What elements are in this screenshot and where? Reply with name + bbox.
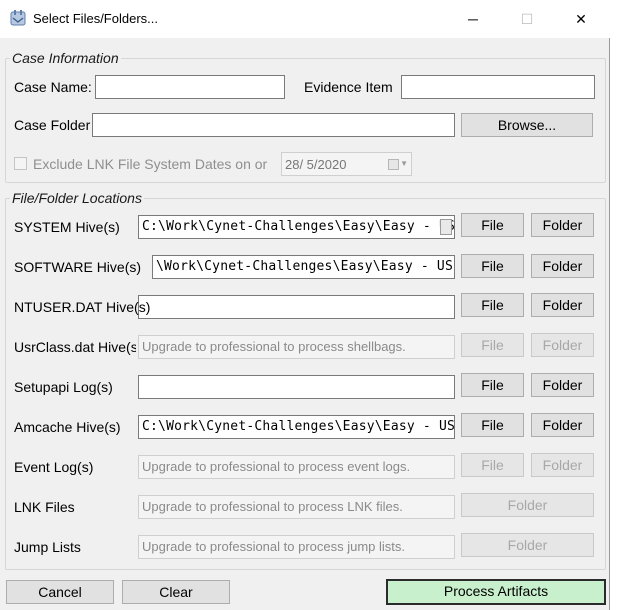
software-hive-label: SOFTWARE Hive(s) bbox=[14, 259, 142, 275]
cancel-button[interactable]: Cancel bbox=[6, 580, 114, 604]
lnk-files-folder-button: Folder bbox=[461, 493, 594, 517]
amcache-hive-input[interactable]: C:\Work\Cynet-Challenges\Easy\Easy - USB… bbox=[138, 415, 455, 439]
jump-lists-label: Jump Lists bbox=[14, 539, 81, 555]
file-folder-locations-legend: File/Folder Locations bbox=[12, 190, 142, 206]
software-hive-file-button[interactable]: File bbox=[461, 254, 524, 278]
system-hive-value: C:\Work\Cynet-Challenges\Easy\Easy - USB… bbox=[142, 219, 454, 234]
system-hive-folder-button[interactable]: Folder bbox=[531, 213, 594, 237]
evidence-item-label: Evidence Item bbox=[304, 79, 393, 95]
software-hive-folder-button[interactable]: Folder bbox=[531, 254, 594, 278]
jump-lists-input: Upgrade to professional to process jump … bbox=[138, 535, 455, 559]
lnk-files-input: Upgrade to professional to process LNK f… bbox=[138, 495, 455, 519]
software-hive-input[interactable]: \Work\Cynet-Challenges\Easy\Easy - USB D… bbox=[152, 255, 455, 279]
process-artifacts-button[interactable]: Process Artifacts bbox=[386, 579, 606, 605]
event-log-file-button: File bbox=[461, 453, 524, 477]
jump-lists-folder-button: Folder bbox=[461, 533, 594, 557]
amcache-hive-folder-button[interactable]: Folder bbox=[531, 413, 594, 437]
system-hive-input[interactable]: C:\Work\Cynet-Challenges\Easy\Easy - USB… bbox=[138, 215, 455, 239]
event-log-folder-button: Folder bbox=[531, 453, 594, 477]
usrclass-hive-input: Upgrade to professional to process shell… bbox=[138, 335, 455, 359]
exclude-date-picker[interactable]: 28/ 5/2020 ▼ bbox=[281, 152, 412, 176]
lnk-files-label: LNK Files bbox=[14, 499, 75, 515]
close-icon: ✕ bbox=[575, 10, 587, 27]
case-information-legend: Case Information bbox=[12, 50, 119, 66]
select-files-window: Select Files/Folders... ─ ☐ ✕ Case Infor… bbox=[0, 0, 610, 610]
event-log-label: Event Log(s) bbox=[14, 459, 94, 475]
setupapi-log-input[interactable] bbox=[138, 375, 455, 399]
input-scroll-thumb[interactable] bbox=[440, 219, 452, 235]
clear-button[interactable]: Clear bbox=[122, 580, 230, 604]
app-icon bbox=[10, 10, 26, 26]
maximize-button[interactable]: ☐ bbox=[503, 0, 551, 38]
case-folder-label: Case Folder bbox=[14, 117, 91, 133]
ntuser-hive-input[interactable] bbox=[138, 295, 455, 319]
exclude-lnk-label: Exclude LNK File System Dates on or bbox=[33, 156, 268, 172]
usrclass-hive-label: UsrClass.dat Hive(s) bbox=[14, 339, 136, 355]
calendar-icon bbox=[388, 159, 399, 170]
event-log-input: Upgrade to professional to process event… bbox=[138, 455, 455, 479]
setupapi-log-folder-button[interactable]: Folder bbox=[531, 373, 594, 397]
ntuser-hive-label: NTUSER.DAT Hive(s) bbox=[14, 299, 151, 315]
system-hive-label: SYSTEM Hive(s) bbox=[14, 219, 120, 235]
setupapi-log-label: Setupapi Log(s) bbox=[14, 379, 113, 395]
window-title: Select Files/Folders... bbox=[33, 11, 158, 26]
case-folder-input[interactable] bbox=[92, 113, 455, 137]
case-name-label: Case Name: bbox=[14, 79, 92, 95]
case-name-input[interactable] bbox=[95, 75, 285, 99]
date-value: 28/ 5/2020 bbox=[285, 157, 347, 172]
evidence-item-input[interactable] bbox=[401, 75, 595, 99]
system-hive-file-button[interactable]: File bbox=[461, 213, 524, 237]
usrclass-hive-file-button: File bbox=[461, 333, 524, 357]
ntuser-hive-folder-button[interactable]: Folder bbox=[531, 293, 594, 317]
minimize-icon: ─ bbox=[468, 11, 478, 27]
close-button[interactable]: ✕ bbox=[557, 0, 605, 38]
browse-button[interactable]: Browse... bbox=[461, 113, 593, 137]
usrclass-hive-folder-button: Folder bbox=[531, 333, 594, 357]
chevron-down-icon: ▼ bbox=[400, 159, 408, 168]
amcache-hive-label: Amcache Hive(s) bbox=[14, 419, 121, 435]
setupapi-log-file-button[interactable]: File bbox=[461, 373, 524, 397]
ntuser-hive-file-button[interactable]: File bbox=[461, 293, 524, 317]
amcache-hive-file-button[interactable]: File bbox=[461, 413, 524, 437]
maximize-icon: ☐ bbox=[520, 10, 534, 27]
exclude-lnk-checkbox[interactable] bbox=[14, 157, 27, 170]
title-bar: Select Files/Folders... ─ ☐ ✕ bbox=[0, 0, 610, 38]
minimize-button[interactable]: ─ bbox=[449, 0, 497, 38]
